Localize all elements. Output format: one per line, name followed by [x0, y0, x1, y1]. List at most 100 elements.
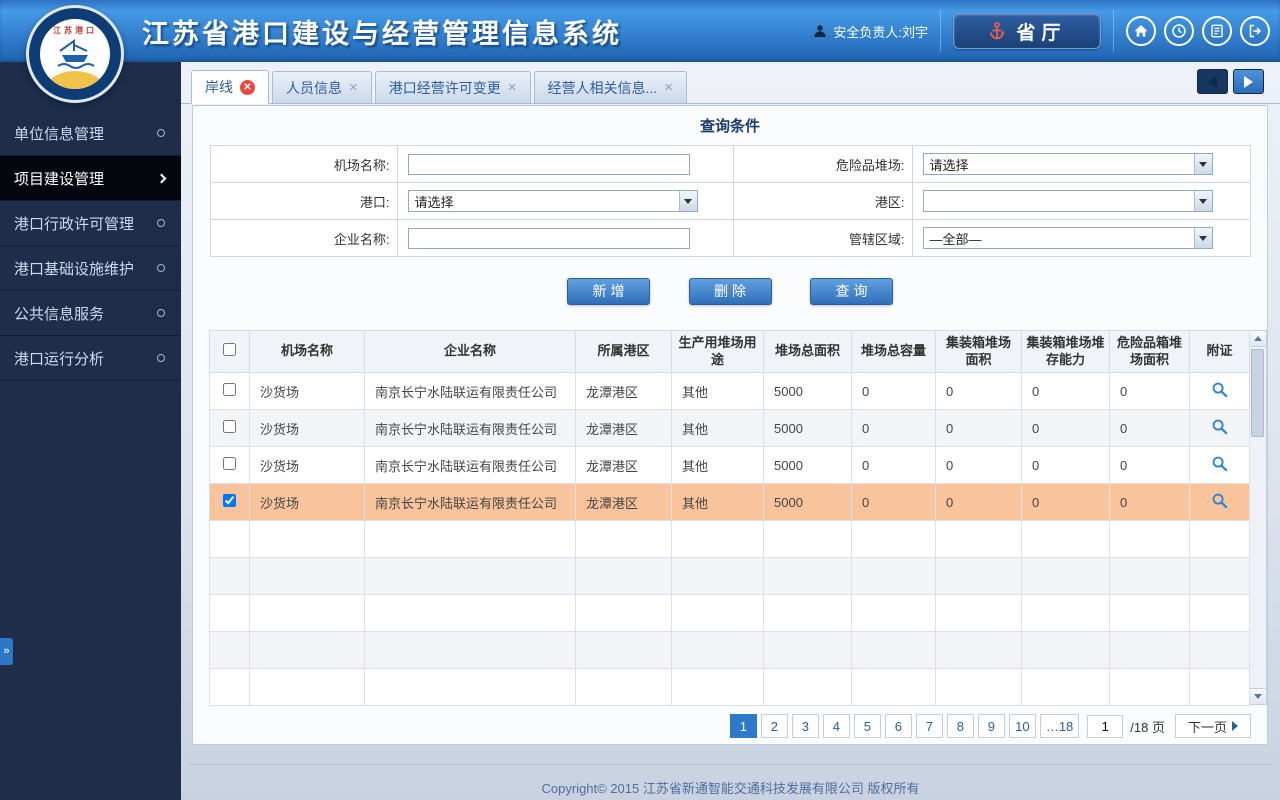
tab-operator-related-info[interactable]: 经营人相关信息... × [533, 71, 687, 103]
page-button-last[interactable]: …18 [1039, 714, 1080, 738]
cell-total-capacity: 0 [851, 446, 936, 484]
next-page-button[interactable]: 下一页 [1174, 714, 1251, 738]
page-button-6[interactable]: 6 [884, 714, 912, 738]
notes-button[interactable] [1202, 16, 1232, 46]
pagination: 1 2 3 4 5 6 7 8 9 10 …18 /18 页 下一页 [193, 714, 1251, 738]
circle-indicator-icon [157, 354, 165, 362]
tab-scroll-left-button[interactable] [1197, 69, 1228, 94]
sidebar-item-label: 项目建设管理 [14, 170, 105, 188]
table-row[interactable]: 沙货场 南京长宁水陆联运有限责任公司 龙潭港区 其他 5000 0 0 0 0 [209, 446, 1250, 484]
cell-container-storage-capacity: 0 [1021, 483, 1110, 521]
district-select[interactable]: —全部— [922, 227, 1213, 249]
sidebar-item-port-infrastructure[interactable]: 港口基础设施维护 [0, 246, 181, 291]
data-grid-area: 机场名称 企业名称 所属港区 生产用堆场用途 堆场总面积 堆场总容量 集装箱堆场… [209, 330, 1267, 706]
sidebar-item-project-construction[interactable]: 项目建设管理 [0, 156, 181, 201]
sidebar-item-public-info-service[interactable]: 公共信息服务 [0, 291, 181, 336]
hazard-yard-select[interactable]: 请选择 [922, 153, 1213, 175]
dropdown-arrow-icon[interactable] [1193, 191, 1212, 211]
tab-personnel-info[interactable]: 人员信息 × [272, 71, 372, 103]
tab-scroll-right-button[interactable] [1233, 69, 1264, 94]
tab-label: 岸线 [205, 79, 233, 95]
org-button[interactable]: 省厅 [953, 13, 1101, 49]
page-button-8[interactable]: 8 [946, 714, 974, 738]
page-button-2[interactable]: 2 [760, 714, 788, 738]
header-divider [940, 10, 941, 52]
notepad-icon [1211, 24, 1223, 38]
company-name-input[interactable] [407, 227, 690, 249]
clock-icon [1172, 24, 1186, 38]
table-row-selected[interactable]: 沙货场 南京长宁水陆联运有限责任公司 龙潭港区 其他 5000 0 0 0 0 [209, 483, 1250, 521]
search-button[interactable]: 查询 [809, 278, 893, 305]
sidebar-collapse-handle[interactable]: » [0, 638, 13, 665]
scrollbar-track[interactable] [1250, 347, 1266, 688]
main-content: 岸线 ✕ 人员信息 × 港口经营许可变更 × 经营人相关信息... × 查询条件… [181, 62, 1280, 800]
history-button[interactable] [1164, 16, 1194, 46]
page-button-1[interactable]: 1 [729, 714, 757, 738]
page-button-7[interactable]: 7 [915, 714, 943, 738]
dropdown-arrow-icon[interactable] [1193, 228, 1212, 248]
page-button-3[interactable]: 3 [791, 714, 819, 738]
select-all-checkbox[interactable] [223, 342, 236, 356]
logout-button[interactable] [1240, 16, 1270, 46]
table-row-empty [209, 520, 1250, 558]
col-header-port-area: 所属港区 [575, 330, 672, 373]
home-button[interactable] [1126, 16, 1156, 46]
port-area-select[interactable] [922, 190, 1213, 212]
cell-container-storage-capacity: 0 [1021, 409, 1110, 447]
close-icon[interactable]: × [508, 80, 517, 95]
cell-port-area: 龙潭港区 [575, 446, 672, 484]
circle-indicator-icon [157, 219, 165, 227]
page-button-5[interactable]: 5 [853, 714, 881, 738]
close-icon[interactable]: ✕ [240, 79, 255, 95]
select-value: 请选择 [414, 194, 454, 210]
next-page-label: 下一页 [1187, 719, 1227, 735]
tab-scroll-arrows [1197, 69, 1264, 94]
circle-indicator-icon [157, 264, 165, 272]
scroll-up-button[interactable] [1250, 331, 1266, 347]
field-label-hazard-yard: 危险品堆场: [732, 145, 913, 183]
table-row[interactable]: 沙货场 南京长宁水陆联运有限责任公司 龙潭港区 其他 5000 0 0 0 0 [209, 409, 1250, 447]
table-row-empty [209, 668, 1250, 706]
view-attachment-button[interactable] [1209, 416, 1230, 440]
tab-shoreline[interactable]: 岸线 ✕ [191, 70, 269, 104]
view-attachment-button[interactable] [1209, 379, 1230, 403]
close-icon[interactable]: × [664, 80, 673, 95]
cell-company-name: 南京长宁水陆联运有限责任公司 [364, 409, 576, 447]
close-icon[interactable]: × [349, 80, 358, 95]
scroll-down-button[interactable] [1250, 688, 1266, 704]
table-header-row: 机场名称 企业名称 所属港区 生产用堆场用途 堆场总面积 堆场总容量 集装箱堆场… [209, 330, 1250, 373]
cell-yard-name: 沙货场 [249, 372, 365, 410]
logo-gold-arc [46, 71, 104, 89]
port-select[interactable]: 请选择 [407, 190, 698, 212]
table-row[interactable]: 沙货场 南京长宁水陆联运有限责任公司 龙潭港区 其他 5000 0 0 0 0 [209, 372, 1250, 410]
dropdown-arrow-icon[interactable] [678, 191, 697, 211]
sidebar-item-label: 单位信息管理 [14, 125, 105, 143]
sidebar-item-port-admin-license[interactable]: 港口行政许可管理 [0, 201, 181, 246]
yard-name-input[interactable] [407, 153, 690, 175]
delete-button[interactable]: 删除 [688, 278, 772, 305]
add-button[interactable]: 新增 [567, 278, 651, 305]
sidebar-item-port-operation-analysis[interactable]: 港口运行分析 [0, 336, 181, 381]
row-checkbox[interactable] [223, 383, 236, 396]
row-checkbox[interactable] [223, 420, 236, 433]
page-number-input[interactable] [1087, 714, 1124, 738]
sidebar-item-label: 港口运行分析 [14, 350, 105, 368]
view-attachment-button[interactable] [1209, 453, 1230, 477]
page-button-10[interactable]: 10 [1008, 714, 1036, 738]
view-attachment-button[interactable] [1209, 490, 1230, 514]
cell-company-name: 南京长宁水陆联运有限责任公司 [364, 446, 576, 484]
row-checkbox[interactable] [223, 457, 236, 470]
sidebar-item-unit-info[interactable]: 单位信息管理 [0, 111, 181, 156]
page-total-label: /18 页 [1130, 719, 1165, 735]
sidebar: 单位信息管理 项目建设管理 港口行政许可管理 港口基础设施维护 公共信息服务 港… [0, 62, 181, 800]
magnifier-icon [1212, 382, 1228, 398]
scrollbar-thumb[interactable] [1251, 349, 1264, 437]
dropdown-arrow-icon[interactable] [1193, 154, 1212, 174]
table-scrollbar[interactable] [1250, 330, 1267, 705]
tab-port-license-change[interactable]: 港口经营许可变更 × [374, 71, 531, 103]
page-button-4[interactable]: 4 [822, 714, 850, 738]
page-button-9[interactable]: 9 [977, 714, 1005, 738]
row-checkbox[interactable] [223, 494, 236, 507]
sidebar-item-label: 公共信息服务 [14, 305, 105, 323]
anchor-icon [990, 21, 1005, 40]
